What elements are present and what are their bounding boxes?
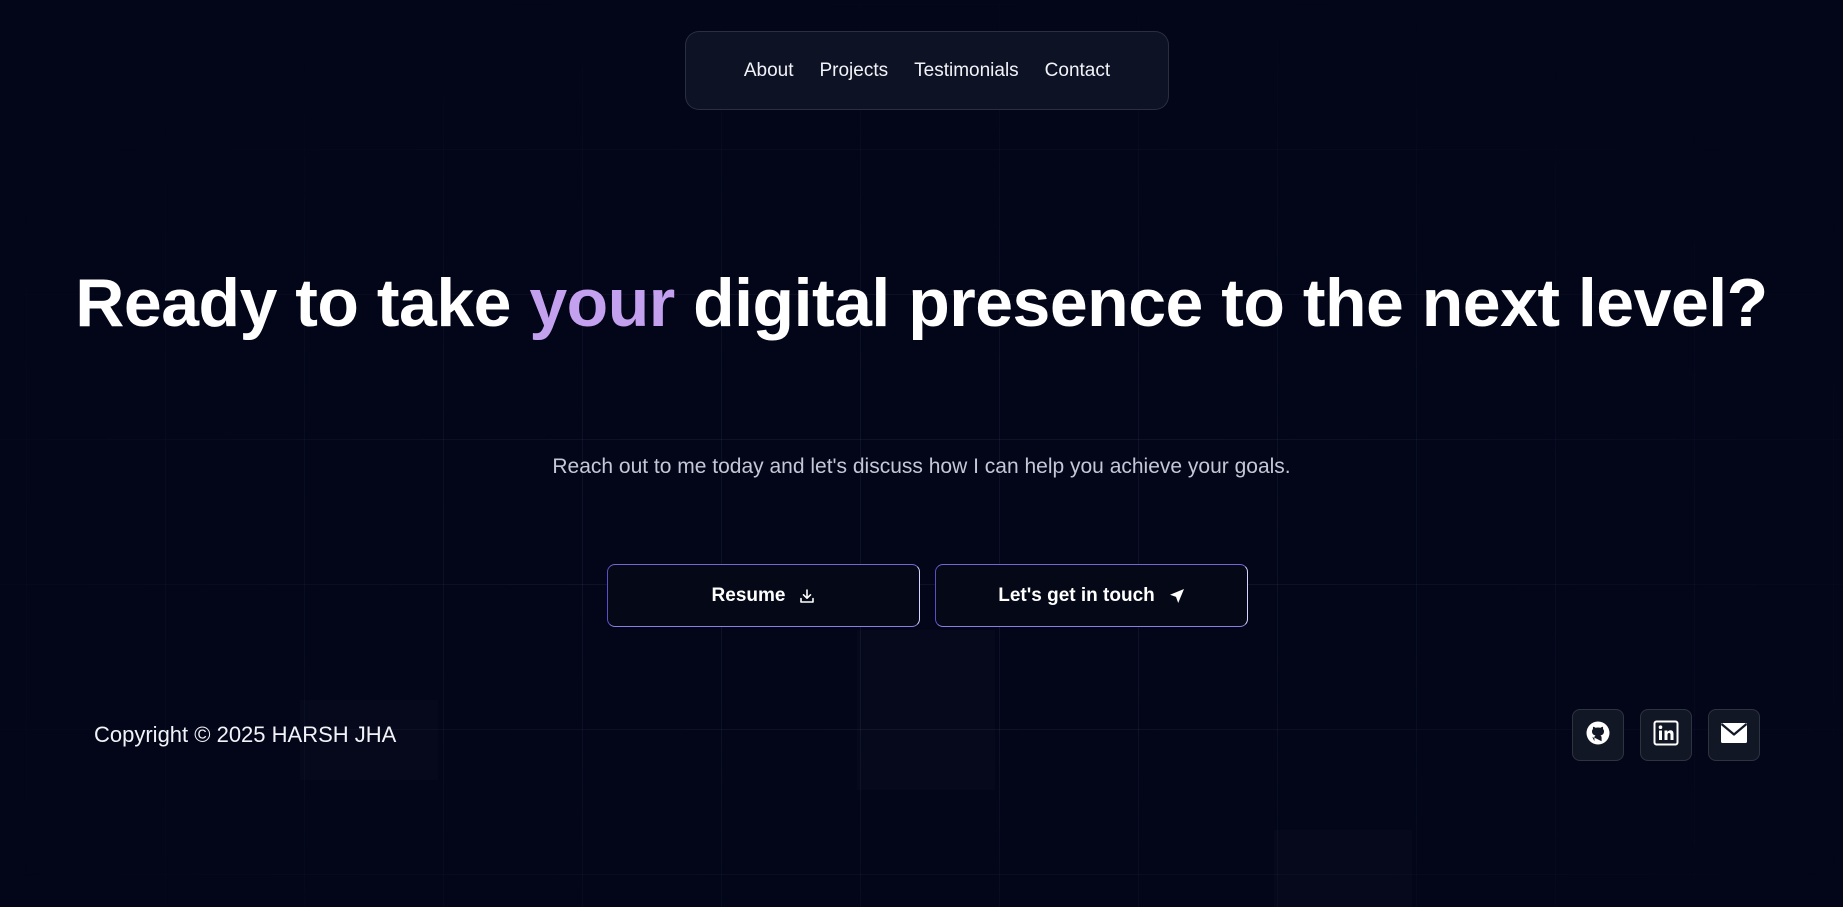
- nav-link-about[interactable]: About: [744, 60, 794, 82]
- linkedin-link[interactable]: [1640, 709, 1692, 761]
- download-icon: [799, 588, 815, 604]
- github-icon: [1585, 720, 1611, 751]
- hero-headline: Ready to take your digital presence to t…: [0, 269, 1843, 337]
- top-navigation: About Projects Testimonials Contact: [685, 31, 1169, 110]
- nav-link-contact[interactable]: Contact: [1045, 60, 1110, 82]
- footer-copyright: Copyright © 2025 HARSH JHA: [94, 722, 397, 747]
- get-in-touch-button[interactable]: Let's get in touch: [935, 564, 1248, 627]
- send-arrow-icon: [1169, 588, 1185, 604]
- page: About Projects Testimonials Contact Read…: [0, 0, 1843, 907]
- background-grid: [0, 0, 1843, 907]
- resume-button[interactable]: Resume: [607, 564, 920, 627]
- headline-text-start: Ready to take: [75, 265, 530, 341]
- nav-link-testimonials[interactable]: Testimonials: [914, 60, 1019, 82]
- nav-link-projects[interactable]: Projects: [819, 60, 888, 82]
- headline-text-end: digital presence to the next level?: [674, 265, 1768, 341]
- github-link[interactable]: [1572, 709, 1624, 761]
- mail-icon: [1720, 722, 1748, 749]
- headline-accent-word: your: [529, 265, 675, 341]
- get-in-touch-button-label: Let's get in touch: [998, 584, 1155, 606]
- resume-button-label: Resume: [711, 584, 786, 606]
- grid-glow-cell: [1274, 830, 1412, 907]
- hero-subtitle: Reach out to me today and let's discuss …: [552, 455, 1291, 478]
- grid-glow-cell: [857, 630, 995, 790]
- email-link[interactable]: [1708, 709, 1760, 761]
- linkedin-icon: [1653, 720, 1679, 751]
